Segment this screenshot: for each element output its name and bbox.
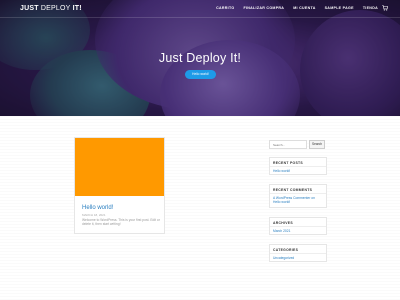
archives-widget: ARCHIVES March 2021: [269, 217, 327, 235]
search-input[interactable]: [269, 140, 307, 149]
search-button[interactable]: Search: [309, 140, 325, 149]
recent-post-link[interactable]: Hello world!: [273, 169, 290, 173]
post-title[interactable]: Hello world!: [82, 205, 113, 211]
post-card: Hello world! MARCH 18, 2021 Welcome to W…: [74, 137, 165, 234]
widget-divider: [270, 193, 326, 194]
hero-button[interactable]: Hello world!: [185, 70, 216, 79]
archive-link[interactable]: March 2021: [273, 229, 290, 233]
logo-part: IT!: [72, 5, 82, 12]
category-link[interactable]: Uncategorized: [273, 256, 294, 260]
recent-comment-post-link[interactable]: Hello world!: [273, 200, 290, 204]
cart-icon[interactable]: [382, 5, 389, 11]
cart-icon-glyph: [382, 5, 389, 11]
site-header: JUST DEPLOY IT! CARRITO FINALIZAR COMPRA…: [0, 0, 400, 18]
categories-widget: CATEGORIES Uncategorized: [269, 244, 327, 262]
nav-item-carrito[interactable]: CARRITO: [216, 6, 234, 10]
nav-item-tienda[interactable]: TIENDA: [363, 6, 378, 10]
post-excerpt: Welcome to WordPress. This is your first…: [82, 218, 160, 227]
recent-posts-widget: RECENT POSTS Hello world!: [269, 157, 327, 175]
hero-title: Just Deploy It!: [158, 51, 242, 65]
widget-divider: [270, 166, 326, 167]
widget-divider: [270, 253, 326, 254]
nav-item-finalizar-compra[interactable]: FINALIZAR COMPRA: [243, 6, 284, 10]
logo-part: JUST: [20, 5, 39, 12]
main-nav: CARRITO FINALIZAR COMPRA MI CUENTA SAMPL…: [216, 6, 378, 10]
nav-item-mi-cuenta[interactable]: MI CUENTA: [293, 6, 315, 10]
widget-title: RECENT COMMENTS: [273, 188, 313, 192]
nav-item-sample-page[interactable]: SAMPLE PAGE: [325, 6, 354, 10]
main-content: [0, 116, 400, 300]
post-date: MARCH 18, 2021: [82, 213, 106, 217]
widget-title: ARCHIVES: [273, 221, 293, 225]
hero-banner: JUST DEPLOY IT! CARRITO FINALIZAR COMPRA…: [0, 0, 400, 116]
recent-comments-widget: RECENT COMMENTS A WordPress Commenter on…: [269, 184, 327, 208]
widget-divider: [270, 226, 326, 227]
widget-title: RECENT POSTS: [273, 161, 303, 165]
post-thumbnail[interactable]: [75, 138, 164, 196]
widget-title: CATEGORIES: [273, 248, 299, 252]
search-widget: Search: [269, 140, 325, 150]
site-logo[interactable]: JUST DEPLOY IT!: [20, 5, 82, 12]
logo-part: DEPLOY: [40, 5, 71, 12]
